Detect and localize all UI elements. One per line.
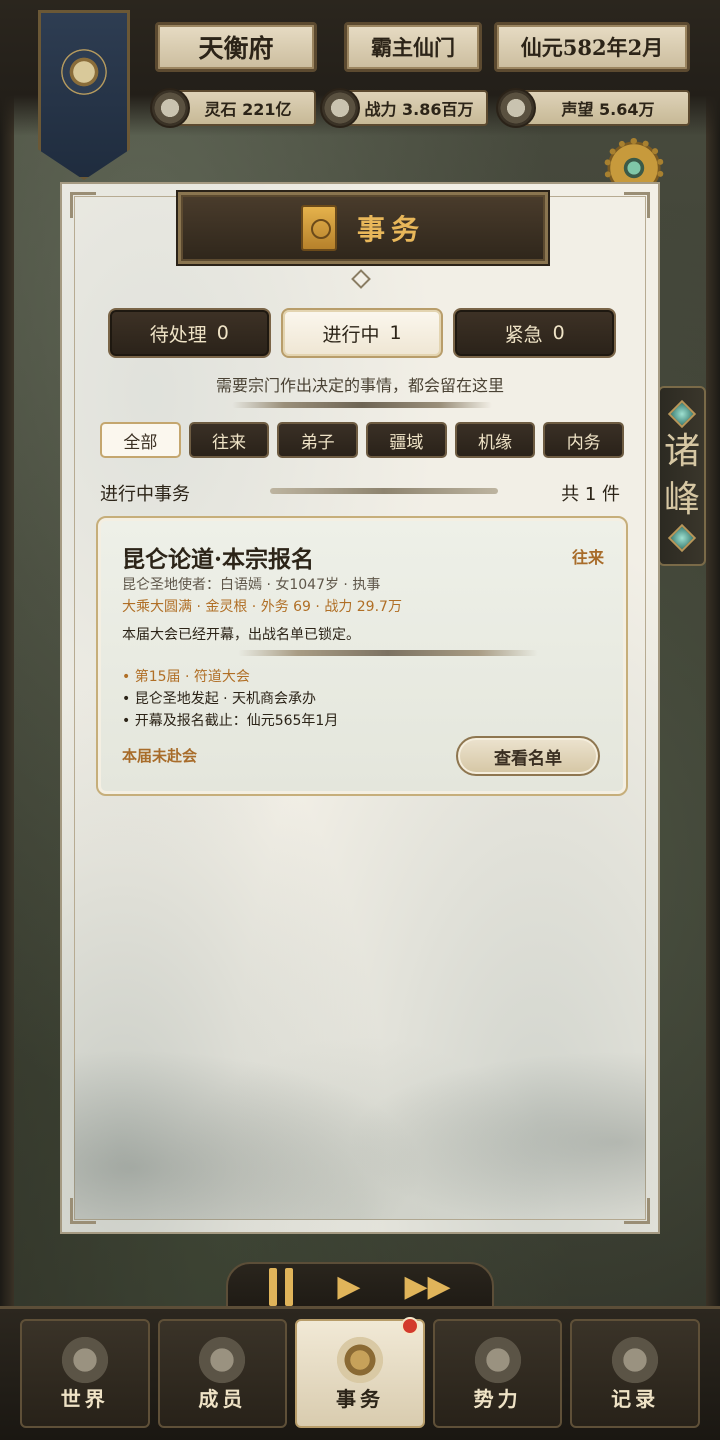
corner-ornament bbox=[624, 192, 650, 218]
member-icon bbox=[195, 1333, 250, 1387]
affair-category-tag: 往来 bbox=[571, 548, 604, 567]
world-icon bbox=[57, 1333, 112, 1387]
side-tab-label-1: 诸 bbox=[663, 431, 700, 472]
spirit-stone-value: 灵石 221亿 bbox=[204, 100, 292, 119]
nav-factions[interactable]: 势力 bbox=[432, 1319, 563, 1428]
jade-gem-icon bbox=[667, 399, 697, 429]
frame-left bbox=[0, 0, 14, 1440]
power-value: 战力 3.86百万 bbox=[364, 100, 474, 119]
tab-pending-label: 待处理 bbox=[149, 323, 207, 346]
panel-hint: 需要宗门作出决定的事情，都会留在这里 bbox=[215, 376, 504, 395]
affairs-panel: 事务 待处理 0 进行中 1 紧急 0 需要宗门作出决定的事情，都会留在这里 全… bbox=[60, 182, 660, 1234]
affair-description: 本届大会已经开幕，出战名单已锁定。 bbox=[122, 627, 360, 643]
corner-ornament bbox=[70, 192, 96, 218]
detail-item: • 开幕及报名截止：仙元565年1月 bbox=[122, 713, 339, 729]
ink-mountain-art bbox=[74, 960, 646, 1220]
corner-ornament bbox=[70, 1198, 96, 1224]
detail-item: • 第15届 · 符道大会 bbox=[122, 669, 250, 685]
power-stat[interactable]: 战力 3.86百万 bbox=[320, 88, 488, 128]
nav-affairs-label: 事务 bbox=[335, 1387, 384, 1411]
game-date: 仙元582年2月 bbox=[494, 22, 690, 72]
affair-card[interactable]: 昆仑论道·本宗报名 往来 昆仑圣地使者：白语嫣 · 女1047岁 · 执事 大乘… bbox=[96, 516, 628, 796]
detail-item: • 昆仑圣地发起 · 天机商会承办 bbox=[122, 691, 317, 707]
tab-in-progress-label: 进行中 bbox=[322, 323, 380, 346]
nav-records-label: 记录 bbox=[611, 1387, 660, 1411]
filter-exchange[interactable]: 往来 bbox=[188, 422, 270, 458]
scroll-icon bbox=[300, 205, 337, 251]
affair-details: • 第15届 · 符道大会 • 昆仑圣地发起 · 天机商会承办 • 开幕及报名截… bbox=[122, 666, 338, 732]
book-icon bbox=[608, 1333, 663, 1387]
filter-all[interactable]: 全部 bbox=[100, 422, 181, 458]
card-divider bbox=[238, 650, 538, 656]
nav-world[interactable]: 世界 bbox=[20, 1319, 150, 1428]
nav-records[interactable]: 记录 bbox=[570, 1319, 700, 1428]
reputation-stat[interactable]: 声望 5.64万 bbox=[496, 88, 690, 128]
sword-icon bbox=[320, 88, 360, 128]
filter-territory[interactable]: 疆域 bbox=[366, 422, 447, 458]
sect-rank: 霸主仙门 bbox=[344, 22, 482, 72]
affair-title: 昆仑论道·本宗报名 bbox=[122, 546, 315, 573]
tab-in-progress[interactable]: 进行中 1 bbox=[280, 308, 444, 358]
section-title: 进行中事务 bbox=[100, 484, 190, 505]
jade-gem-icon bbox=[667, 523, 697, 553]
spirit-stone-icon bbox=[150, 88, 190, 128]
envoy-info: 昆仑圣地使者：白语嫣 · 女1047岁 · 执事 bbox=[122, 577, 381, 593]
play-icon[interactable]: ▶ bbox=[337, 1272, 360, 1302]
nav-members[interactable]: 成员 bbox=[157, 1319, 288, 1428]
tab-urgent[interactable]: 紧急 0 bbox=[453, 308, 617, 358]
tab-in-progress-count: 1 bbox=[389, 322, 402, 344]
pause-icon[interactable] bbox=[269, 1268, 294, 1306]
nav-factions-label: 势力 bbox=[473, 1387, 522, 1411]
filter-opportunity[interactable]: 机缘 bbox=[454, 422, 536, 458]
scroll-icon bbox=[332, 1333, 387, 1387]
title-diamond-ornament bbox=[351, 269, 371, 289]
envoy-attributes: 大乘大圆满 · 金灵根 · 外务 69 · 战力 29.7万 bbox=[122, 599, 402, 615]
side-tab-label-2: 峰 bbox=[663, 479, 700, 520]
frame-right bbox=[706, 0, 720, 1440]
section-count: 共 1 件 bbox=[561, 484, 620, 505]
notification-dot bbox=[400, 1317, 419, 1335]
yin-yang-emblem-icon bbox=[59, 47, 109, 97]
filter-disciples[interactable]: 弟子 bbox=[277, 422, 359, 458]
nav-world-label: 世界 bbox=[60, 1387, 109, 1411]
tab-urgent-count: 0 bbox=[552, 322, 565, 344]
view-roster-button[interactable]: 查看名单 bbox=[456, 736, 600, 776]
status-tabs: 待处理 0 进行中 1 紧急 0 bbox=[108, 308, 617, 360]
reputation-value: 声望 5.64万 bbox=[561, 100, 655, 119]
banner-icon bbox=[470, 1333, 525, 1387]
filter-internal[interactable]: 内务 bbox=[543, 422, 625, 458]
sect-name[interactable]: 天衡府 bbox=[155, 22, 317, 72]
corner-ornament bbox=[624, 1198, 650, 1224]
panel-title-plate: 事务 bbox=[178, 192, 548, 264]
tab-urgent-label: 紧急 bbox=[504, 323, 543, 346]
hint-divider bbox=[232, 402, 492, 408]
panel-title: 事务 bbox=[356, 213, 425, 246]
fast-forward-icon[interactable]: ▶▶ bbox=[404, 1272, 450, 1302]
reputation-icon bbox=[496, 88, 536, 128]
category-filters: 全部 往来 弟子 疆域 机缘 内务 bbox=[100, 422, 625, 460]
tab-pending-count: 0 bbox=[216, 322, 229, 344]
spirit-stone-stat[interactable]: 灵石 221亿 bbox=[150, 88, 316, 128]
tab-pending[interactable]: 待处理 0 bbox=[108, 308, 271, 358]
sect-banner[interactable] bbox=[38, 10, 130, 180]
bottom-nav: 世界 成员 事务 势力 记录 bbox=[0, 1306, 720, 1440]
side-tab-peaks[interactable]: 诸 峰 bbox=[658, 386, 706, 566]
affair-status: 本届未赴会 bbox=[122, 747, 198, 765]
section-divider bbox=[270, 488, 498, 494]
time-controls: ▶ ▶▶ bbox=[226, 1262, 494, 1312]
nav-affairs[interactable]: 事务 bbox=[295, 1317, 425, 1428]
nav-members-label: 成员 bbox=[198, 1387, 247, 1411]
